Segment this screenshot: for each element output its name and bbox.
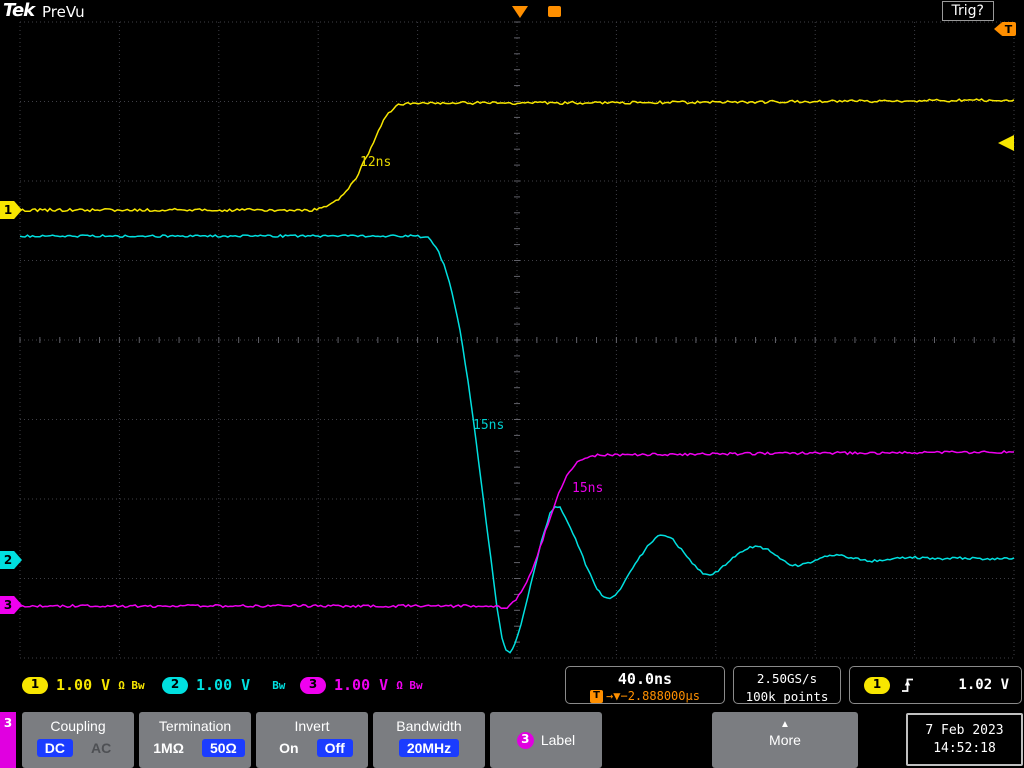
bandwidth-20mhz-option[interactable]: 20MHz (399, 739, 459, 757)
trigger-source-badge: 1 (864, 677, 890, 694)
trigger-level-t-marker[interactable] (994, 23, 1001, 35)
ch3-scale: 1.00 V (334, 676, 388, 694)
invert-button[interactable]: Invert On Off (256, 712, 368, 768)
more-up-arrow-icon: ▲ (712, 719, 858, 730)
date-value: 7 Feb 2023 (908, 723, 1021, 738)
bandwidth-button[interactable]: Bandwidth 20MHz (373, 712, 485, 768)
date-time-box: 7 Feb 2023 14:52:18 (906, 713, 1023, 766)
ch2-scale: 1.00 V (196, 676, 250, 694)
ch1-trigger-level-arrow[interactable] (998, 135, 1014, 151)
soft-menu-bar: 3 Coupling DC AC Termination 1MΩ 50Ω Inv… (0, 710, 1024, 768)
acquisition-mode: PreVu (42, 3, 85, 21)
ch1-flags: Ω Bw (118, 679, 145, 692)
ch3-risetime-label: 15ns (572, 481, 603, 496)
waveform-display[interactable]: T (0, 0, 1024, 664)
termination-1mohm-option[interactable]: 1MΩ (145, 739, 192, 757)
coupling-label: Coupling (22, 718, 134, 734)
more-button-text: More (712, 732, 858, 748)
trigger-t-icon: T (590, 690, 603, 703)
acquisition-readout: 2.50GS/s 100k points (733, 666, 841, 704)
coupling-dc-option[interactable]: DC (37, 739, 73, 757)
label-channel-badge: 3 (517, 732, 534, 749)
ch1-readout[interactable]: 1 1.00 V Ω Bw (22, 664, 145, 706)
coupling-ac-option[interactable]: AC (83, 739, 119, 757)
trigger-level-t-marker-label: T (1005, 23, 1013, 36)
trigger-level-value: 1.02 V (958, 677, 1009, 693)
label-button[interactable]: 3 Label (490, 712, 602, 768)
trigger-position-readout: T →▼−2.888000µs (566, 689, 724, 703)
coupling-button[interactable]: Coupling DC AC (22, 712, 134, 768)
trigger-status: Trig? (942, 1, 994, 21)
termination-label: Termination (139, 718, 251, 734)
ch2-flags: Bw (272, 679, 285, 692)
horizontal-readout[interactable]: 40.0ns T →▼−2.888000µs (565, 666, 725, 704)
more-button[interactable]: ▲ More (712, 712, 858, 768)
invert-off-option[interactable]: Off (317, 739, 353, 757)
sample-rate: 2.50GS/s (734, 670, 840, 688)
ch2-badge: 2 (162, 677, 188, 694)
top-bar: Tek PreVu Trig? (0, 0, 1024, 22)
ch1-badge: 1 (22, 677, 48, 694)
ch3-badge: 3 (300, 677, 326, 694)
record-length: 100k points (734, 688, 840, 706)
tek-logo: Tek (3, 0, 34, 21)
channel-3-menu-tab[interactable]: 3 (0, 712, 16, 768)
timebase: 40.0ns (566, 670, 724, 688)
termination-50ohm-option[interactable]: 50Ω (202, 739, 245, 757)
ch2-readout[interactable]: 2 1.00 V Bw (162, 664, 285, 706)
ch3-flags: Ω Bw (396, 679, 423, 692)
ch3-readout[interactable]: 3 1.00 V Ω Bw (300, 664, 423, 706)
status-bar: 1 1.00 V Ω Bw 2 1.00 V Bw 3 1.00 V Ω Bw … (0, 664, 1024, 706)
rising-edge-slope-icon (900, 676, 915, 694)
oscilloscope-screen: T Tek PreVu Trig? 1 1.00 V Ω Bw 2 1.00 V… (0, 0, 1024, 768)
ch1-risetime-label: 12ns (360, 155, 391, 170)
invert-label: Invert (256, 718, 368, 734)
ch1-scale: 1.00 V (56, 676, 110, 694)
ch2-falltime-label: 15ns (473, 418, 504, 433)
trigger-readout[interactable]: 1 1.02 V (849, 666, 1022, 704)
termination-button[interactable]: Termination 1MΩ 50Ω (139, 712, 251, 768)
bandwidth-label: Bandwidth (373, 718, 485, 734)
invert-on-option[interactable]: On (271, 739, 306, 757)
label-button-text: Label (541, 732, 575, 748)
trigger-position-value: →▼−2.888000µs (606, 689, 700, 703)
time-value: 14:52:18 (908, 741, 1021, 756)
